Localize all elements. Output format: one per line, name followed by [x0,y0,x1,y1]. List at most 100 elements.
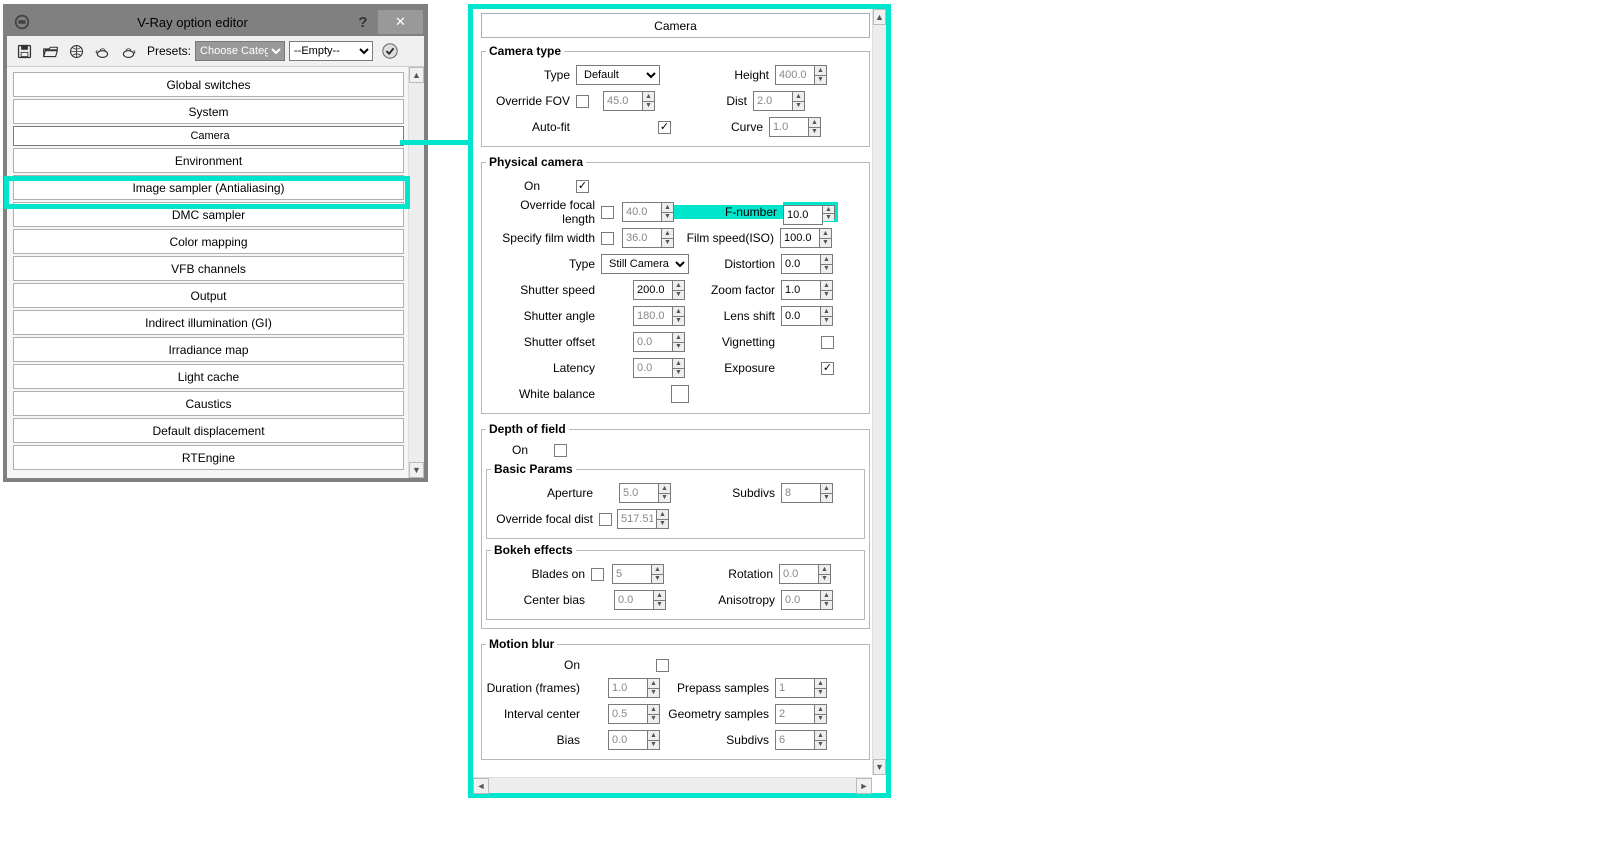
blades-label: Blades on [491,567,591,581]
group-motion-blur: Motion blur On Duration (frames) ▲▼ Prep… [481,637,870,760]
ofl-spinner[interactable]: ▲▼ [622,202,674,222]
fnumber-label: F-number [674,205,783,219]
titlebar: V-Ray option editor ? ✕ [7,8,424,36]
scroll-down-icon[interactable]: ▼ [409,462,424,478]
save-icon[interactable] [13,40,35,62]
scroll-up-icon[interactable]: ▲ [409,67,424,83]
section-output[interactable]: Output [13,283,404,308]
lens-shift-spinner[interactable]: ▲▼ [781,306,833,326]
sfw-checkbox[interactable] [601,232,614,245]
scroll-left-icon[interactable]: ◄ [473,778,489,794]
prepass-spinner[interactable]: ▲▼ [775,678,827,698]
legend-physical-camera: Physical camera [486,155,586,169]
rotation-spinner[interactable]: ▲▼ [779,564,831,584]
height-label: Height [680,68,775,82]
section-gi[interactable]: Indirect illumination (GI) [13,310,404,335]
shutter-angle-spinner[interactable]: ▲▼ [633,306,685,326]
phys-type-select[interactable]: Still Camera [601,254,689,274]
section-caustics[interactable]: Caustics [13,391,404,416]
center-bias-spinner[interactable]: ▲▼ [614,590,666,610]
shutter-speed-label: Shutter speed [486,283,601,297]
shutter-offset-spinner[interactable]: ▲▼ [633,332,685,352]
latency-spinner[interactable]: ▲▼ [633,358,685,378]
ofl-checkbox[interactable] [601,206,614,219]
interval-center-spinner[interactable]: ▲▼ [608,704,660,724]
close-button[interactable]: ✕ [378,10,423,34]
ofd-label: Override focal dist [491,512,599,526]
section-light-cache[interactable]: Light cache [13,364,404,389]
section-camera[interactable]: Camera [13,126,404,146]
override-fov-checkbox[interactable] [576,95,589,108]
camera-detail-panel: Camera Camera type Type Default Height ▲… [468,4,891,798]
section-environment[interactable]: Environment [13,148,404,173]
group-basic-params: Basic Params Aperture ▲▼ Subdivs ▲▼ Over… [486,462,865,539]
geometry-samples-spinner[interactable]: ▲▼ [775,704,827,724]
legend-bokeh: Bokeh effects [491,543,576,557]
presets-select[interactable]: Choose Categ [195,41,285,61]
globe-icon[interactable] [65,40,87,62]
ofl-label: Override focal length [486,198,601,226]
mb-subdivs-spinner[interactable]: ▲▼ [775,730,827,750]
teapot-a-icon[interactable] [91,40,113,62]
open-icon[interactable] [39,40,61,62]
anisotropy-spinner[interactable]: ▲▼ [781,590,833,610]
autofit-checkbox[interactable] [658,121,671,134]
duration-spinner[interactable]: ▲▼ [608,678,660,698]
exposure-checkbox[interactable] [821,362,834,375]
scroll-up-icon[interactable]: ▲ [873,9,886,25]
sfw-spinner[interactable]: ▲▼ [622,228,674,248]
mb-bias-spinner[interactable]: ▲▼ [608,730,660,750]
fnumber-spinner[interactable]: ▲▼ [783,202,838,222]
override-fov-spinner[interactable]: ▲▼ [603,91,655,111]
dist-spinner[interactable]: ▲▼ [753,91,805,111]
shutter-offset-label: Shutter offset [486,335,601,349]
group-bokeh-effects: Bokeh effects Blades on ▲▼ Rotation ▲▼ C… [486,543,865,620]
vignetting-checkbox[interactable] [821,336,834,349]
section-irradiance-map[interactable]: Irradiance map [13,337,404,362]
iso-spinner[interactable]: ▲▼ [780,228,832,248]
teapot-b-icon[interactable] [117,40,139,62]
distortion-spinner[interactable]: ▲▼ [781,254,833,274]
white-balance-swatch[interactable] [671,385,689,403]
left-scrollbar[interactable]: ▲ ▼ [408,67,424,478]
vignetting-label: Vignetting [685,335,781,349]
preset-slot-select[interactable]: --Empty-- [289,41,373,61]
scroll-down-icon[interactable]: ▼ [873,759,886,775]
section-default-displacement[interactable]: Default displacement [13,418,404,443]
blades-spinner[interactable]: ▲▼ [612,564,664,584]
aperture-spinner[interactable]: ▲▼ [619,483,671,503]
camera-panel-header[interactable]: Camera [481,13,870,38]
connector-line [400,140,468,145]
section-rtengine[interactable]: RTEngine [13,445,404,470]
section-system[interactable]: System [13,99,404,124]
group-depth-of-field: Depth of field On Basic Params Aperture … [481,422,870,629]
height-spinner[interactable]: ▲▼ [775,65,827,85]
shutter-speed-spinner[interactable]: ▲▼ [633,280,685,300]
ofd-spinner[interactable]: ▲▼ [617,509,669,529]
section-color-mapping[interactable]: Color mapping [13,229,404,254]
apply-preset-icon[interactable] [379,40,401,62]
autofit-label: Auto-fit [486,120,576,134]
toolbar: Presets: Choose Categ --Empty-- [7,36,424,67]
subdivs-spinner[interactable]: ▲▼ [781,483,833,503]
mb-on-label: On [486,658,586,672]
mb-on-checkbox[interactable] [656,659,669,672]
dof-on-checkbox[interactable] [554,444,567,457]
curve-spinner[interactable]: ▲▼ [769,117,821,137]
camera-type-select[interactable]: Default [576,65,660,85]
section-vfb-channels[interactable]: VFB channels [13,256,404,281]
section-global-switches[interactable]: Global switches [13,72,404,97]
bottom-scrollbar[interactable]: ◄ ► [473,777,872,793]
distortion-label: Distortion [689,257,781,271]
zoom-spinner[interactable]: ▲▼ [781,280,833,300]
mb-bias-label: Bias [486,733,586,747]
scroll-right-icon[interactable]: ► [856,778,872,794]
right-scrollbar[interactable]: ▲ ▼ [872,9,886,775]
help-button[interactable]: ? [348,14,378,31]
blades-checkbox[interactable] [591,568,604,581]
legend-motion-blur: Motion blur [486,637,557,651]
section-image-sampler[interactable]: Image sampler (Antialiasing) [13,175,404,200]
ofd-checkbox[interactable] [599,513,612,526]
section-dmc-sampler[interactable]: DMC sampler [13,202,404,227]
phys-on-checkbox[interactable] [576,180,589,193]
